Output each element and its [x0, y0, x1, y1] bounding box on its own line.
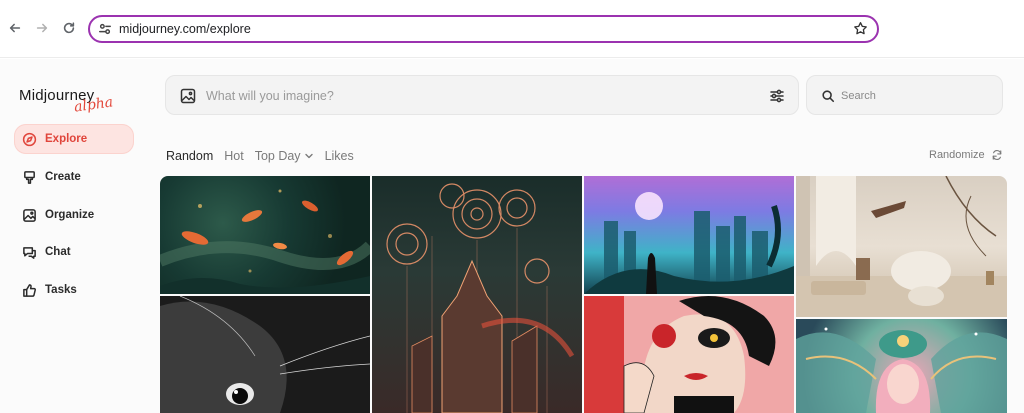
fairy-artwork — [796, 327, 1007, 413]
gallery-image-fairy[interactable] — [796, 319, 1007, 413]
tab-label: Top Day — [254, 149, 301, 163]
reload-button[interactable] — [59, 18, 79, 38]
sidebar-item-organize[interactable]: Organize — [14, 200, 134, 230]
chat-icon — [23, 246, 36, 259]
sidebar-item-chat[interactable]: Chat — [14, 237, 134, 267]
thumbs-up-icon — [23, 283, 37, 297]
search-icon — [822, 90, 835, 103]
face-portrait-artwork — [584, 296, 776, 413]
randomize-button[interactable]: Randomize — [929, 149, 1003, 161]
forward-button[interactable] — [32, 18, 52, 38]
page-content: Midjourney alpha Explore Create Organize… — [0, 59, 1024, 413]
brush-icon — [24, 170, 35, 184]
sliders-icon[interactable] — [769, 88, 785, 104]
interior-artwork — [796, 176, 1007, 317]
sidebar-item-label: Chat — [45, 246, 71, 258]
site-settings-icon[interactable] — [98, 22, 112, 36]
gallery-image-koi[interactable] — [160, 176, 370, 294]
tab-hot[interactable]: Hot — [224, 149, 243, 163]
tab-top-day[interactable]: Top Day — [255, 149, 314, 163]
feed-tabs: Random Hot Top Day Likes — [166, 149, 354, 163]
search-box[interactable] — [806, 75, 1003, 115]
sidebar-item-label: Organize — [45, 209, 95, 221]
gallery-image-face-portrait[interactable] — [584, 296, 794, 413]
gallery-image-cat[interactable] — [160, 296, 370, 413]
image-icon — [23, 208, 36, 222]
sidebar-item-tasks[interactable]: Tasks — [14, 275, 134, 305]
mandala-city-artwork — [386, 183, 575, 413]
gallery-image-neon-city[interactable] — [584, 176, 794, 294]
image-icon[interactable] — [180, 88, 196, 104]
refresh-icon — [992, 150, 1001, 160]
browser-toolbar: midjourney.com/explore — [0, 0, 1024, 58]
randomize-label: Randomize — [929, 149, 985, 161]
compass-icon — [22, 132, 37, 146]
reload-icon — [63, 22, 75, 34]
back-button[interactable] — [5, 18, 25, 38]
address-bar[interactable]: midjourney.com/explore — [88, 15, 879, 43]
arrow-right-icon — [36, 23, 48, 33]
star-icon[interactable] — [853, 21, 868, 36]
koi-artwork — [160, 189, 370, 294]
tab-random[interactable]: Random — [166, 149, 213, 163]
sidebar-item-create[interactable]: Create — [14, 162, 134, 192]
gallery-image-interior[interactable] — [796, 176, 1007, 317]
tab-likes[interactable]: Likes — [325, 149, 354, 163]
arrow-left-icon — [9, 23, 21, 33]
imagine-bar[interactable] — [165, 75, 799, 115]
url-text[interactable]: midjourney.com/explore — [119, 22, 251, 36]
sidebar-item-explore[interactable]: Explore — [14, 124, 134, 154]
sidebar-item-label: Create — [45, 171, 81, 183]
search-input[interactable] — [841, 87, 991, 105]
sidebar-item-label: Explore — [45, 133, 88, 145]
cat-artwork — [160, 296, 370, 413]
neon-city-artwork — [584, 192, 794, 294]
chevron-down-icon — [304, 153, 313, 159]
sidebar-item-label: Tasks — [45, 284, 77, 296]
imagine-input[interactable] — [206, 86, 726, 106]
gallery-image-mandala-city[interactable] — [372, 176, 582, 413]
